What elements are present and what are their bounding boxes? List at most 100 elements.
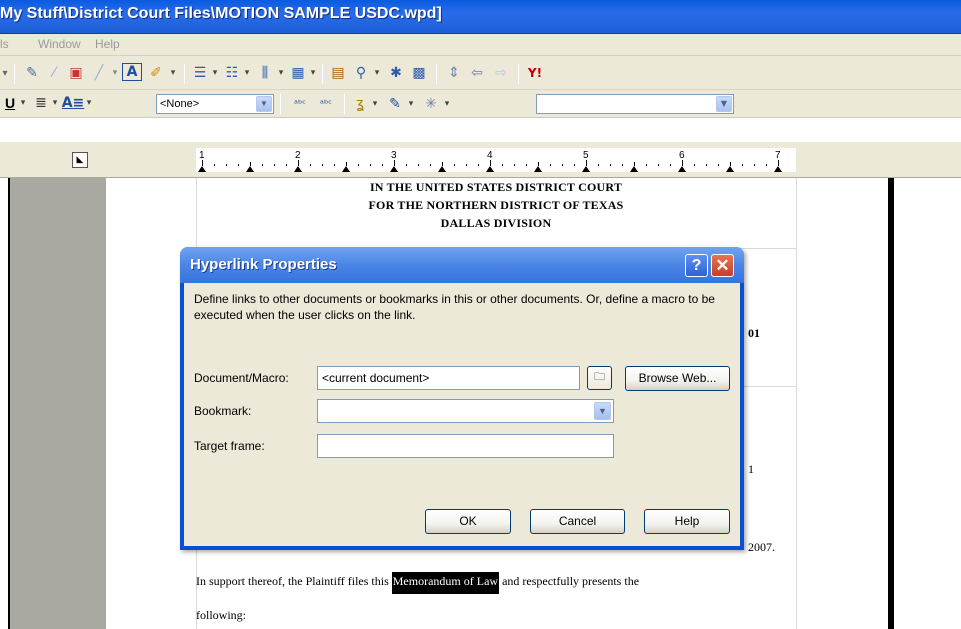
ruler-tab-marker[interactable] xyxy=(534,166,542,172)
back-arrow-icon[interactable]: ⇦ xyxy=(466,63,488,83)
court-heading-line1: IN THE UNITED STATES DISTRICT COURT xyxy=(369,180,623,194)
ruler-number: 2 xyxy=(295,150,301,161)
ruler-tab-marker[interactable] xyxy=(342,166,350,172)
ruler-tick xyxy=(370,164,371,166)
font-color-dropdown-icon[interactable]: ▾ xyxy=(84,93,94,113)
underline-dropdown-icon[interactable]: ▾ xyxy=(18,93,28,113)
ruler-tab-marker[interactable] xyxy=(246,166,254,172)
font-size-select[interactable]: ▼ xyxy=(536,94,734,114)
line-dropdown-icon[interactable]: ▾ xyxy=(110,63,120,83)
folder-browse-icon[interactable]: 🗀 xyxy=(587,366,612,390)
browse-web-button[interactable]: Browse Web... xyxy=(625,366,730,391)
ruler-number: 3 xyxy=(391,150,397,161)
calendar-icon[interactable]: ▩ xyxy=(408,63,430,83)
numbering-icon[interactable]: ☰ xyxy=(190,63,210,83)
ruler-tick xyxy=(310,164,311,166)
chevron-down-icon[interactable]: ▼ xyxy=(716,96,732,112)
format-painter-dropdown-icon[interactable]: ▾ xyxy=(370,94,380,114)
ruler-tab-marker[interactable] xyxy=(726,166,734,172)
toolbar-main: ▾ ✎ ⁄ ▣ ╱ ▾ A ✐ ▾ ☰ ▾ ☷ ▾ ⫼ ▾ ▦ ▾ ▤ ⚲ ▾ … xyxy=(0,56,961,90)
ok-button[interactable]: OK xyxy=(425,509,511,534)
font-color-icon[interactable]: A≡ xyxy=(62,93,85,113)
menu-help[interactable]: Help xyxy=(95,37,120,51)
ruler-tick xyxy=(754,164,755,166)
title-bar[interactable]: My Stuff\District Court Files\MOTION SAM… xyxy=(0,0,961,34)
table-icon[interactable]: ▦ xyxy=(288,63,308,83)
ruler-tick xyxy=(574,164,575,166)
ruler-tab-marker[interactable] xyxy=(630,166,638,172)
underline-icon[interactable]: U xyxy=(2,93,18,113)
menu-window[interactable]: Window xyxy=(38,37,81,51)
target-frame-input[interactable] xyxy=(317,434,614,458)
chevron-down-icon[interactable]: ▼ xyxy=(594,402,611,420)
forward-arrow-icon[interactable]: ⇨ xyxy=(490,63,512,83)
line-tool-icon[interactable]: ⁄ xyxy=(44,63,64,83)
dialog-title-bar[interactable]: Hyperlink Properties ? ✕ xyxy=(180,247,744,283)
ruler-number: 5 xyxy=(583,150,589,161)
ruler-tab-marker[interactable] xyxy=(774,166,782,172)
numbering-dropdown-icon[interactable]: ▾ xyxy=(210,63,220,83)
ruler[interactable]: 1 2 3 4 5 6 7 xyxy=(196,148,796,172)
ruler-tick xyxy=(226,164,227,166)
columns-icon[interactable]: ⫼ xyxy=(254,63,276,83)
ruler-tab-marker[interactable] xyxy=(198,166,206,172)
special-chars-icon[interactable]: ✳ xyxy=(420,94,442,114)
table-dropdown-icon[interactable]: ▾ xyxy=(308,63,318,83)
spell-check-icon[interactable]: ᵃᵇᶜ xyxy=(288,94,312,114)
book-icon[interactable]: ▤ xyxy=(328,63,348,83)
highlight-icon[interactable]: ✐ xyxy=(146,63,166,83)
ruler-tick xyxy=(670,164,671,166)
ruler-tick xyxy=(466,164,467,166)
ruler-tab-type-button[interactable]: ◣ xyxy=(72,152,88,168)
toolbar-separator xyxy=(436,64,437,84)
ruler-tab-marker[interactable] xyxy=(678,166,686,172)
ruler-tick xyxy=(430,164,431,166)
ruler-tick xyxy=(610,164,611,166)
margin-guide xyxy=(796,178,797,629)
fill-color-dropdown-icon[interactable]: ▾ xyxy=(406,94,416,114)
updown-arrows-icon[interactable]: ⇕ xyxy=(444,63,464,83)
zoom-dropdown-icon[interactable]: ▾ xyxy=(372,63,382,83)
hyperlink-properties-dialog: Hyperlink Properties ? ✕ Define links to… xyxy=(180,247,744,550)
ruler-tab-marker[interactable] xyxy=(438,166,446,172)
cancel-button[interactable]: Cancel xyxy=(530,509,625,534)
grammar-check-icon[interactable]: ᵃᵇᶜ xyxy=(314,94,338,114)
draw-line-icon[interactable]: ╱ xyxy=(88,63,110,83)
selected-text[interactable]: Memorandum of Law xyxy=(391,572,500,594)
ruler-tab-marker[interactable] xyxy=(486,166,494,172)
columns-dropdown-icon[interactable]: ▾ xyxy=(276,63,286,83)
justify-icon[interactable]: ≣ xyxy=(32,93,50,113)
yahoo-icon[interactable]: Y! xyxy=(524,63,546,83)
ruler-tab-marker[interactable] xyxy=(294,166,302,172)
ruler-tab-marker[interactable] xyxy=(390,166,398,172)
bullets-dropdown-icon[interactable]: ▾ xyxy=(242,63,252,83)
menu-tools[interactable]: ls xyxy=(0,37,9,51)
ruler-tick xyxy=(718,164,719,166)
ruler-tick xyxy=(514,164,515,166)
bullets-icon[interactable]: ☷ xyxy=(222,63,242,83)
special-chars-dropdown-icon[interactable]: ▾ xyxy=(442,94,452,114)
date-fragment: 2007. xyxy=(748,540,775,554)
image-icon[interactable]: ▣ xyxy=(66,63,86,83)
highlight-dropdown-icon[interactable]: ▾ xyxy=(168,63,178,83)
ruler-tab-marker[interactable] xyxy=(582,166,590,172)
bookmark-select[interactable]: ▼ xyxy=(317,399,614,423)
asterisk-icon[interactable]: ✱ xyxy=(386,63,406,83)
drawing-tool-icon[interactable]: ✎ xyxy=(22,63,42,83)
format-painter-icon[interactable]: ʓ xyxy=(350,94,370,114)
menu-bar: ls Window Help xyxy=(0,34,961,56)
toolbar-separator xyxy=(518,64,519,84)
text-box-icon[interactable]: A xyxy=(122,63,142,81)
document-macro-input[interactable]: <current document> xyxy=(317,366,580,390)
style-select[interactable]: <None> ▼ xyxy=(156,94,274,114)
toolbar-format: U ▾ ≣ ▾ A≡ ▾ xyxy=(0,90,961,118)
window-title: My Stuff\District Court Files\MOTION SAM… xyxy=(0,5,442,22)
toolbar-dropdown-icon[interactable]: ▾ xyxy=(0,63,10,83)
close-icon[interactable]: ✕ xyxy=(711,254,734,277)
help-icon[interactable]: ? xyxy=(685,254,708,277)
help-button[interactable]: Help xyxy=(644,509,730,534)
zoom-icon[interactable]: ⚲ xyxy=(350,63,372,83)
chevron-down-icon[interactable]: ▼ xyxy=(256,96,272,112)
fill-color-icon[interactable]: ✎ xyxy=(384,94,406,114)
justify-dropdown-icon[interactable]: ▾ xyxy=(50,93,60,113)
